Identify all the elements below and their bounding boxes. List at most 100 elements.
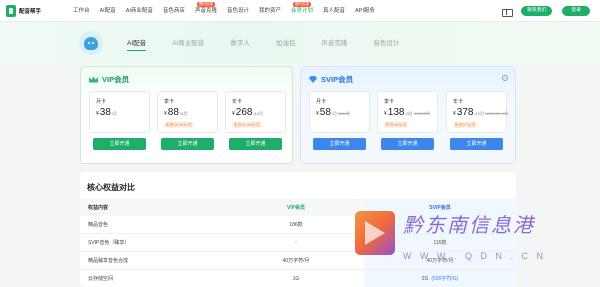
nav-item[interactable]: 我的资产 [254, 0, 286, 22]
vip-plan-card[interactable]: 年卡 ¥268/12月折合22.33元/月 [225, 91, 286, 133]
top-actions: 联系我们 登录 [502, 0, 590, 22]
svip-buy-button[interactable]: 立即开通 [313, 138, 366, 150]
info-icon[interactable]: i [502, 75, 508, 81]
svip-title-text: SVIP会员 [321, 75, 354, 84]
vip-value: 186款 [289, 222, 303, 228]
currency-symbol: ¥ [384, 111, 387, 117]
login-button[interactable]: 登录 [562, 6, 590, 16]
original-price: ¥468/12+2月 [485, 111, 509, 116]
svip-buy-button[interactable]: 立即开通 [450, 138, 503, 150]
plan-price: ¥58/月 ¥68/月 [316, 107, 350, 118]
currency-symbol: ¥ [232, 111, 235, 117]
monthly-equivalent-tag: 折合46元/月 [384, 122, 409, 128]
comparison-table: 权益内容 VIP会员 SVIP会员 精品音色 186款 SVIP音色（臻享） - 115… [80, 199, 516, 287]
benefits-comparison-panel: 核心权益对比 权益内容 VIP会员 SVIP会员 精品音色 186款 SVIP音色（… [80, 172, 516, 287]
svip-buy-button[interactable]: 立即开通 [381, 138, 434, 150]
nav-item[interactable]: AI配音 [95, 0, 121, 22]
table-row: 精品臻享音色合成 40万字符/月 40万字符/月 [80, 252, 516, 270]
gift-icon[interactable] [502, 7, 514, 17]
currency-symbol: ¥ [96, 111, 99, 117]
contact-us-button[interactable]: 联系我们 [521, 6, 553, 16]
price-value: 138 [387, 107, 405, 118]
svip-cell [364, 216, 516, 233]
plan-price: ¥88/3月 [164, 107, 187, 118]
monthly-equivalent-tag: 折合29.33元/月 [164, 122, 194, 128]
logo-icon [6, 4, 16, 17]
plan-name: 季卡 [384, 99, 395, 105]
price-value: 88 [167, 107, 179, 118]
vip-buy-button[interactable]: 立即开通 [93, 138, 146, 150]
benefit-name: SVIP音色（臻享） [88, 240, 130, 246]
vip-plan-card[interactable]: 季卡 ¥88/3月折合29.33元/月 [157, 91, 218, 133]
top-nav-bar: 配音帮手 工作台 AI配音 AI商业配音 音色商店 声音克隆 限时优惠 音色设计 我的资产 会员… [0, 0, 600, 22]
product-tab[interactable]: AI配音 [127, 37, 147, 51]
price-value: 378 [456, 107, 474, 118]
plan-price: ¥38/月 [96, 107, 117, 118]
svip-card-title: SVIP会员 [309, 74, 353, 85]
nav-item[interactable]: 音色商店 [158, 0, 190, 22]
price-value: 268 [235, 107, 253, 118]
svip-cell: 115款 [364, 234, 516, 251]
svip-plan-card[interactable]: 季卡 ¥138/3月 ¥168/3月折合46元/月 [377, 91, 438, 133]
vip-value: 40万字符/月 [282, 258, 310, 264]
svip-cell: 2G (500字符/G) [364, 270, 516, 287]
svip-value: 115款 [433, 240, 447, 246]
app-logo[interactable]: 配音帮手 [6, 4, 68, 17]
benefit-name: 精品音色 [88, 222, 109, 228]
product-tab[interactable]: AI商业配音 [172, 37, 204, 47]
monthly-equivalent-tag: 折合27元/月 [453, 122, 478, 128]
svip-plan-card[interactable]: 月卡 ¥58/月 ¥68/月 [309, 91, 370, 133]
nav-item[interactable]: 音色设计 [222, 0, 254, 22]
plan-name: 季卡 [164, 99, 175, 105]
nav-item[interactable]: 真人配音 [318, 0, 350, 22]
original-price: ¥68/月 [338, 111, 350, 116]
product-tab[interactable]: 数字人 [230, 37, 250, 47]
price-unit: /3月 [405, 111, 413, 116]
benefit-name: 云存储空间 [88, 276, 114, 282]
price-unit: /月 [331, 111, 338, 116]
nav-item[interactable]: AI商业配音 [121, 0, 158, 22]
monthly-equivalent-tag: 折合22.33元/月 [232, 122, 262, 128]
header-svip: SVIP会员 [364, 199, 516, 216]
plan-price: ¥268/12月 [232, 107, 263, 118]
app-name: 配音帮手 [19, 8, 42, 15]
table-row: 云存储空间 1G 2G (500字符/G) [80, 270, 516, 287]
plan-name: 年卡 [232, 99, 243, 105]
nav-item[interactable]: 工作台 [68, 0, 95, 22]
vip-buy-button[interactable]: 立即开通 [229, 138, 282, 150]
hero-banner: AI配音 AI商业配音 数字人 加油包 声音克隆 音色设计 [0, 22, 600, 64]
plan-price: ¥378/12月 ¥468/12+2月 [453, 107, 508, 118]
vip-plan-card[interactable]: 月卡 ¥38/月 [89, 91, 150, 133]
currency-symbol: ¥ [164, 111, 167, 117]
comparison-title: 核心权益对比 [87, 183, 135, 192]
nav-promo-badge: 限时优惠 [292, 1, 311, 7]
nav-promo-badge: 限时优惠 [196, 1, 215, 7]
price-unit: /12月 [474, 111, 485, 116]
original-price: ¥168/3月 [413, 111, 431, 116]
currency-symbol: ¥ [316, 111, 319, 117]
product-tab[interactable]: 音色设计 [373, 37, 399, 47]
svip-cell: 40万字符/月 [364, 252, 516, 269]
nav-item[interactable]: API服务 [350, 0, 380, 22]
svip-plan-card[interactable]: 年卡 ¥378/12月 ¥468/12+2月折合27元/月 [446, 91, 508, 133]
vip-title-text: VIP会员 [102, 75, 130, 84]
price-value: 58 [319, 107, 331, 118]
product-tab[interactable]: 声音克隆 [321, 37, 347, 47]
product-tab[interactable]: 加油包 [276, 37, 296, 47]
vip-buy-button[interactable]: 立即开通 [161, 138, 214, 150]
table-header: 权益内容 VIP会员 SVIP会员 [80, 199, 516, 216]
plan-price: ¥138/3月 ¥168/3月 [384, 107, 430, 118]
mascot-avatar [79, 31, 103, 55]
svip-membership-card: SVIP会员 i 月卡 ¥58/月 ¥68/月立即开通 季卡 ¥138/3月 ¥168/3… [300, 66, 516, 164]
table-row: 精品音色 186款 [80, 216, 516, 234]
robot-face-icon [84, 36, 98, 50]
nav-item[interactable]: 会员计划 限时优惠 [286, 0, 318, 22]
nav-item[interactable]: 声音克隆 限时优惠 [190, 0, 222, 22]
svip-value: 2G [421, 275, 429, 282]
vip-value: 1G [292, 275, 300, 282]
benefit-name: 精品臻享音色合成 [88, 258, 129, 264]
plan-name: 月卡 [316, 99, 327, 105]
price-unit: /12月 [253, 111, 264, 116]
plan-name: 年卡 [453, 99, 464, 105]
product-tabs: AI配音 AI商业配音 数字人 加油包 声音克隆 音色设计 [127, 37, 425, 51]
